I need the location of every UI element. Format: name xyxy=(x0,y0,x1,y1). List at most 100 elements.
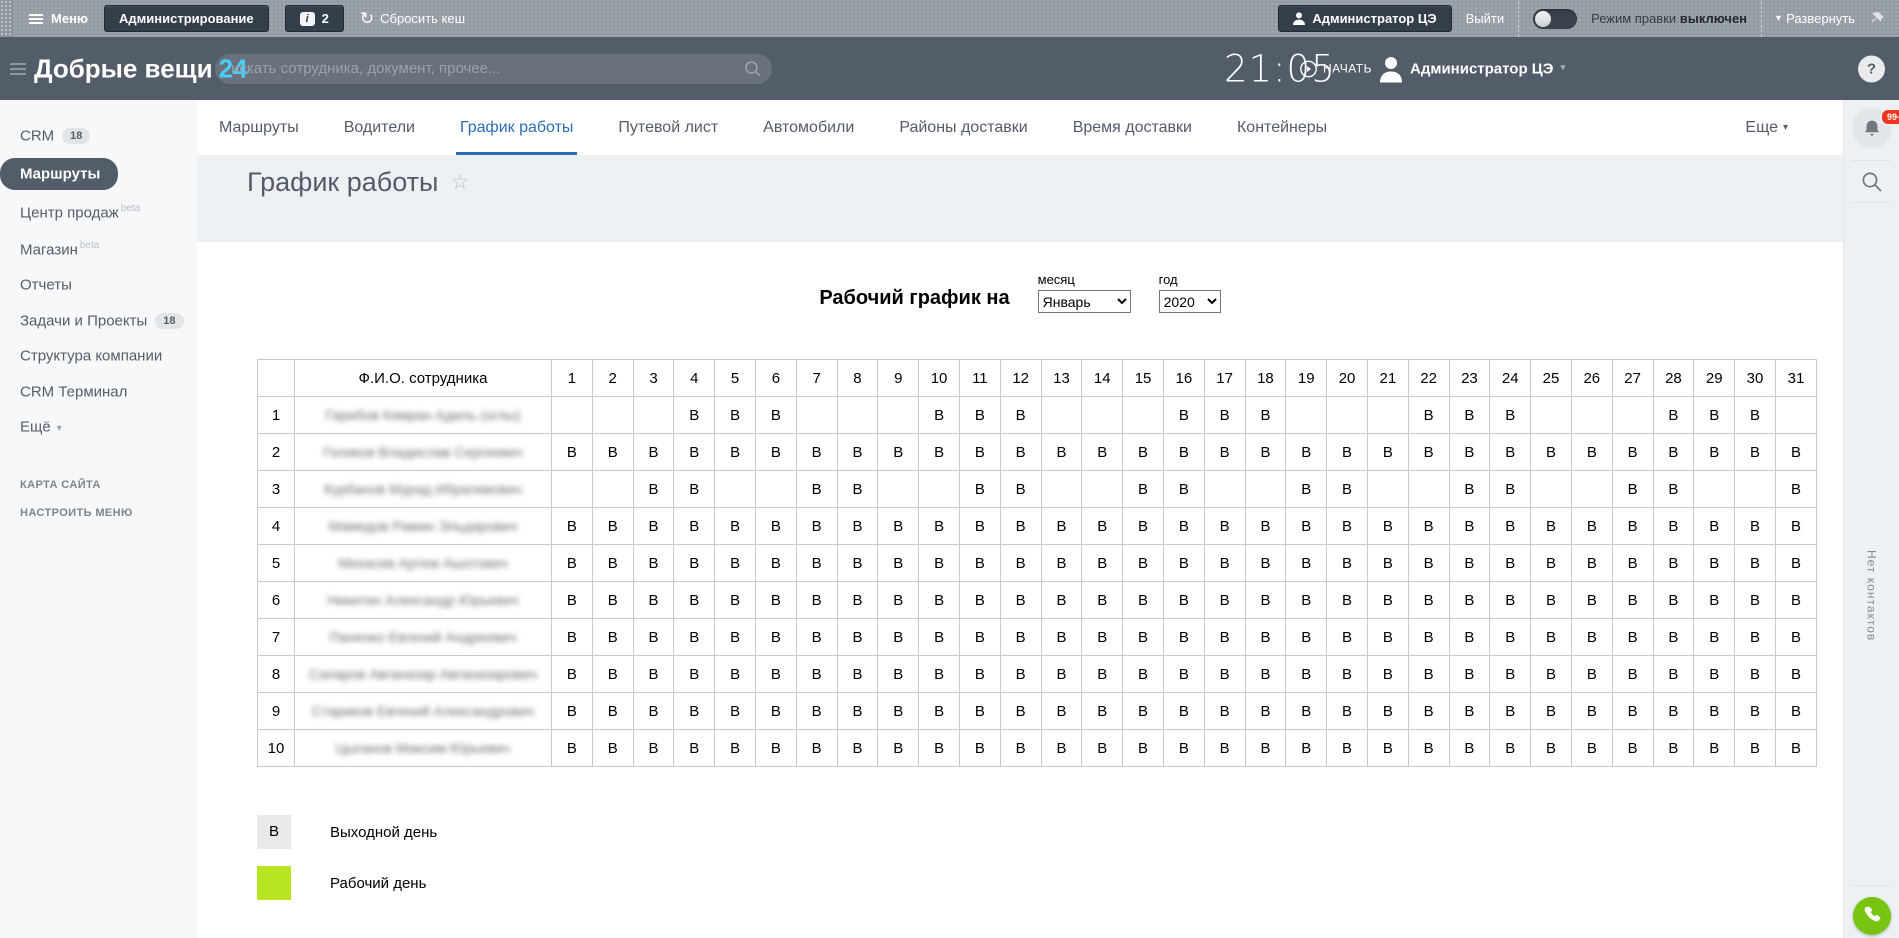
day-off-cell[interactable]: В xyxy=(633,471,674,508)
day-off-cell[interactable]: В xyxy=(674,545,715,582)
day-off-cell[interactable]: В xyxy=(552,434,593,471)
logout-button[interactable]: Выйти xyxy=(1466,11,1505,26)
admin-menu-button[interactable]: Меню xyxy=(29,11,88,26)
work-day-cell[interactable] xyxy=(1531,471,1572,508)
day-off-cell[interactable]: В xyxy=(1490,508,1531,545)
day-off-cell[interactable]: В xyxy=(674,397,715,434)
day-off-cell[interactable]: В xyxy=(959,619,1000,656)
day-off-cell[interactable]: В xyxy=(674,508,715,545)
work-day-cell[interactable] xyxy=(1775,397,1816,434)
day-off-cell[interactable]: В xyxy=(1286,471,1327,508)
work-day-cell[interactable] xyxy=(1735,471,1776,508)
sidebar-item-crm-терминал[interactable]: CRM Терминал xyxy=(0,374,197,410)
day-off-cell[interactable]: В xyxy=(1571,693,1612,730)
work-day-cell[interactable] xyxy=(592,471,633,508)
day-off-cell[interactable]: В xyxy=(878,582,919,619)
day-off-cell[interactable]: В xyxy=(592,656,633,693)
day-off-cell[interactable]: В xyxy=(674,730,715,767)
day-off-cell[interactable]: В xyxy=(1000,397,1041,434)
day-off-cell[interactable]: В xyxy=(1612,693,1653,730)
day-off-cell[interactable]: В xyxy=(1775,619,1816,656)
day-off-cell[interactable]: В xyxy=(592,730,633,767)
day-off-cell[interactable]: В xyxy=(633,656,674,693)
tab-время-доставки[interactable]: Время доставки xyxy=(1073,100,1192,155)
day-off-cell[interactable]: В xyxy=(1531,656,1572,693)
day-off-cell[interactable]: В xyxy=(1000,730,1041,767)
day-off-cell[interactable]: В xyxy=(1735,656,1776,693)
day-off-cell[interactable]: В xyxy=(1204,434,1245,471)
day-off-cell[interactable]: В xyxy=(1286,545,1327,582)
day-off-cell[interactable]: В xyxy=(1490,656,1531,693)
work-day-cell[interactable] xyxy=(1367,471,1408,508)
edit-mode-toggle[interactable] xyxy=(1533,9,1577,29)
day-off-cell[interactable]: В xyxy=(1653,397,1694,434)
day-off-cell[interactable]: В xyxy=(1245,397,1286,434)
day-off-cell[interactable]: В xyxy=(1775,582,1816,619)
day-off-cell[interactable]: В xyxy=(715,545,756,582)
day-off-cell[interactable]: В xyxy=(1367,508,1408,545)
day-off-cell[interactable]: В xyxy=(1612,730,1653,767)
day-off-cell[interactable]: В xyxy=(715,730,756,767)
day-off-cell[interactable]: В xyxy=(1367,619,1408,656)
day-off-cell[interactable]: В xyxy=(755,582,796,619)
user-avatar-icon[interactable] xyxy=(1378,55,1404,82)
day-off-cell[interactable]: В xyxy=(1204,619,1245,656)
day-off-cell[interactable]: В xyxy=(796,545,837,582)
day-off-cell[interactable]: В xyxy=(1082,619,1123,656)
day-off-cell[interactable]: В xyxy=(755,434,796,471)
sidebar-item-отчеты[interactable]: Отчеты xyxy=(0,267,197,303)
day-off-cell[interactable]: В xyxy=(1000,619,1041,656)
day-off-cell[interactable]: В xyxy=(878,656,919,693)
day-off-cell[interactable]: В xyxy=(1449,693,1490,730)
tab-автомобили[interactable]: Автомобили xyxy=(763,100,854,155)
day-off-cell[interactable]: В xyxy=(837,656,878,693)
day-off-cell[interactable]: В xyxy=(1612,434,1653,471)
work-day-cell[interactable] xyxy=(633,397,674,434)
day-off-cell[interactable]: В xyxy=(1735,434,1776,471)
tab-маршруты[interactable]: Маршруты xyxy=(219,100,299,155)
sitemap-link[interactable]: КАРТА САЙТА xyxy=(0,471,197,499)
work-day-cell[interactable] xyxy=(1612,397,1653,434)
day-off-cell[interactable]: В xyxy=(715,508,756,545)
day-off-cell[interactable]: В xyxy=(1449,619,1490,656)
day-off-cell[interactable]: В xyxy=(1367,656,1408,693)
day-off-cell[interactable]: В xyxy=(1449,545,1490,582)
day-off-cell[interactable]: В xyxy=(1286,434,1327,471)
day-off-cell[interactable]: В xyxy=(878,545,919,582)
day-off-cell[interactable]: В xyxy=(1775,508,1816,545)
day-off-cell[interactable]: В xyxy=(959,656,1000,693)
day-off-cell[interactable]: В xyxy=(959,397,1000,434)
work-day-cell[interactable] xyxy=(1327,397,1368,434)
work-day-cell[interactable] xyxy=(1694,471,1735,508)
day-off-cell[interactable]: В xyxy=(1245,619,1286,656)
work-day-cell[interactable] xyxy=(1286,397,1327,434)
day-off-cell[interactable]: В xyxy=(1245,730,1286,767)
day-off-cell[interactable]: В xyxy=(1694,545,1735,582)
reset-cache-button[interactable]: ↻ Сбросить кеш xyxy=(360,10,465,27)
day-off-cell[interactable]: В xyxy=(552,619,593,656)
day-off-cell[interactable]: В xyxy=(1123,582,1164,619)
day-off-cell[interactable]: В xyxy=(837,545,878,582)
day-off-cell[interactable]: В xyxy=(1653,656,1694,693)
administration-button[interactable]: Администрирование xyxy=(104,5,269,32)
day-off-cell[interactable]: В xyxy=(715,582,756,619)
day-off-cell[interactable]: В xyxy=(1041,434,1082,471)
day-off-cell[interactable]: В xyxy=(674,434,715,471)
day-off-cell[interactable]: В xyxy=(1123,434,1164,471)
day-off-cell[interactable]: В xyxy=(1041,508,1082,545)
day-off-cell[interactable]: В xyxy=(1653,582,1694,619)
day-off-cell[interactable]: В xyxy=(1490,434,1531,471)
sidebar-item-маршруты[interactable]: Маршруты xyxy=(0,158,197,191)
day-off-cell[interactable]: В xyxy=(1449,582,1490,619)
day-off-cell[interactable]: В xyxy=(1653,434,1694,471)
day-off-cell[interactable]: В xyxy=(1245,508,1286,545)
day-off-cell[interactable]: В xyxy=(1653,471,1694,508)
sidebar-toggle-icon[interactable] xyxy=(10,63,26,75)
day-off-cell[interactable]: В xyxy=(796,434,837,471)
day-off-cell[interactable]: В xyxy=(837,582,878,619)
sidebar-item-структура-компании[interactable]: Структура компании xyxy=(0,338,197,374)
day-off-cell[interactable]: В xyxy=(1490,619,1531,656)
day-off-cell[interactable]: В xyxy=(837,508,878,545)
month-select[interactable]: Январь xyxy=(1038,290,1131,313)
day-off-cell[interactable]: В xyxy=(674,656,715,693)
